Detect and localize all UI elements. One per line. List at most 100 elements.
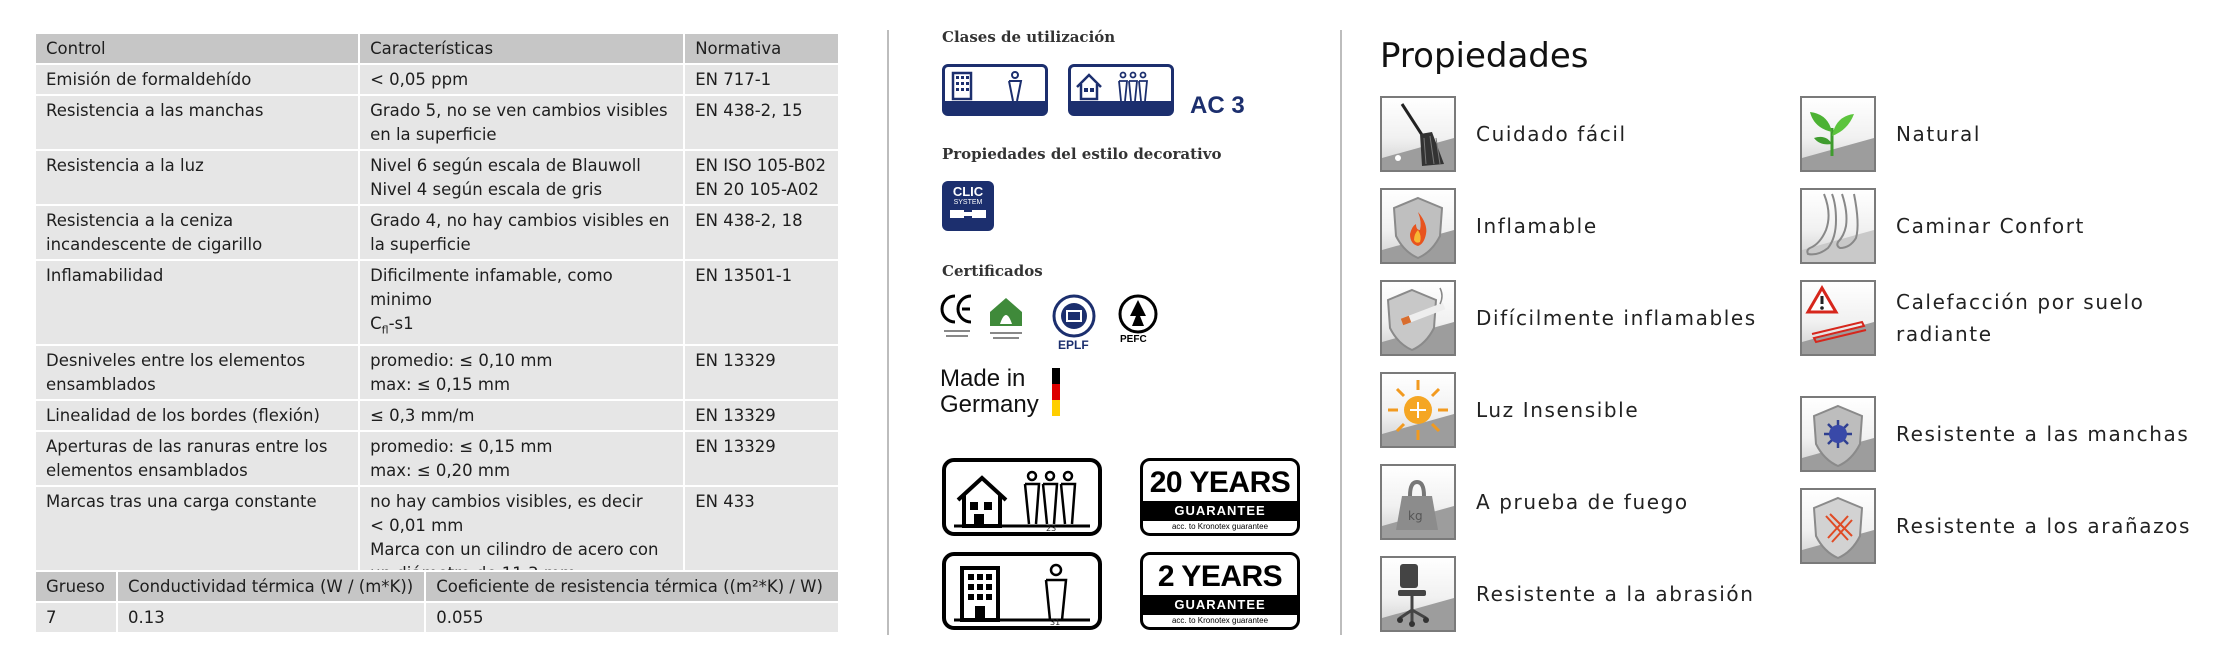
pefc-logo-icon <box>1118 294 1158 334</box>
thermal-header-row: Grueso Conductividad térmica (W / (m*K))… <box>34 570 840 603</box>
cigarette-shield-icon <box>1380 280 1456 356</box>
guarantee-word: GUARANTEE <box>1143 595 1297 615</box>
cell-control: Emisión de formaldehído <box>33 63 361 96</box>
property-label: Inflamable <box>1476 214 1598 238</box>
cell-caracteristicas: Grado 4, no hay cambios visibles en la s… <box>358 204 686 261</box>
property-hardly-flammable: Difícilmente inflamables <box>1380 280 1800 358</box>
cell-caracteristicas: Grado 5, no se ven cambios visibles en l… <box>358 94 686 151</box>
cell-caracteristicas: < 0,05 ppm <box>358 63 686 96</box>
property-label: Resistente a los arañazos <box>1896 514 2192 538</box>
plant-icon <box>1800 96 1876 172</box>
cell-caracteristicas: Nivel 6 según escala de Blauwoll Nivel 4… <box>358 149 686 206</box>
usage-class-23-number: 23 <box>1046 524 1057 533</box>
cell-normativa: EN 438-2, 15 <box>683 94 840 151</box>
cell-coeficiente: 0.055 <box>424 601 840 634</box>
table-row: Resistencia a la ceniza incandescente de… <box>33 204 840 261</box>
made-in-line2: Germany <box>940 391 1039 418</box>
specs-body: Emisión de formaldehído < 0,05 ppm EN 717-… <box>33 63 840 591</box>
header-conductividad: Conductividad térmica (W / (m*K)) <box>115 570 427 603</box>
guarantee-20-years-badge: 20 YEARS GUARANTEE acc. to Kronotex guar… <box>1140 458 1300 536</box>
property-walking-comfort: Caminar Confort <box>1800 188 2200 266</box>
table-row: Linealidad de los bordes (flexión) ≤ 0,3 … <box>33 399 840 433</box>
flame-shield-icon <box>1380 188 1456 264</box>
cell-caracteristicas: ≤ 0,3 mm/m <box>358 399 686 433</box>
property-easy-care: Cuidado fácil <box>1380 96 1800 174</box>
property-natural: Natural <box>1800 96 2200 174</box>
divider-left <box>887 30 889 635</box>
guarantee-20-years-label: 20 YEARS <box>1149 466 1291 499</box>
clic-system-label: SYSTEM <box>953 199 983 206</box>
property-label: Resistente a las manchas <box>1896 422 2190 446</box>
property-fireproof: kg A prueba de fuego <box>1380 464 1800 542</box>
header-grueso: Grueso <box>34 570 118 603</box>
guarantee-2-years-label: 2 YEARS <box>1157 560 1283 593</box>
pefc-label: PEFC <box>1120 334 1147 345</box>
property-stain-resistant: Resistente a las manchas <box>1800 396 2200 474</box>
cell-conductividad: 0.13 <box>115 601 427 634</box>
house-people-icon <box>1076 71 1148 102</box>
cell-normativa: EN 717-1 <box>683 63 840 96</box>
header-coeficiente: Coeficiente de resistencia térmica ((m²*… <box>424 570 840 603</box>
property-floor-heating: Calefacción por suelo radiante <box>1800 280 2200 358</box>
floor-heating-icon <box>1800 280 1876 356</box>
sun-icon <box>1380 372 1456 448</box>
german-flag-icon <box>1052 368 1060 416</box>
usage-class-31-number: 31 <box>1050 618 1061 627</box>
cell-caracteristicas: Dificilmente infamable, como minimo Cfl-… <box>358 258 686 347</box>
table-row: Aperturas de las ranuras entre los eleme… <box>33 430 840 488</box>
scratch-shield-icon <box>1800 488 1876 564</box>
table-row: Resistencia a la luz Nivel 6 según escala… <box>33 149 840 206</box>
cell-control: Resistencia a la luz <box>33 149 361 206</box>
header-normativa: Normativa <box>683 32 840 65</box>
bare-feet-icon <box>1800 188 1876 264</box>
cell-control: Desniveles entre los elementos ensamblad… <box>33 344 361 402</box>
broom-icon <box>1380 96 1456 172</box>
properties-title: Propiedades <box>1380 36 1589 76</box>
environment-institute-logo-icon <box>990 298 1022 339</box>
property-label: Natural <box>1896 122 1981 146</box>
property-abrasion-resistant: Resistente a la abrasión <box>1380 556 1800 634</box>
ce-mark-icon <box>940 294 972 337</box>
guarantee-note: acc. to Kronotex guarantee <box>1171 616 1269 625</box>
cell-normativa: EN 13501-1 <box>683 258 840 347</box>
cell-control: Inflamabilidad <box>33 258 361 347</box>
eplf-label: EPLF <box>1058 338 1089 352</box>
office-chair-icon <box>1380 556 1456 632</box>
made-in-line1: Made in <box>940 365 1026 392</box>
table-row: Emisión de formaldehído < 0,05 ppm EN 717-… <box>33 63 840 96</box>
property-label: Luz Insensible <box>1476 398 1640 422</box>
cell-caracteristicas: promedio: ≤ 0,10 mm max: ≤ 0,15 mm <box>358 344 686 402</box>
cell-normativa: EN 13329 <box>683 344 840 402</box>
header-control: Control <box>33 32 361 65</box>
table-row: Resistencia a las manchas Grado 5, no se … <box>33 94 840 151</box>
usage-classes-heading: Clases de utilización <box>942 28 1116 46</box>
property-label: Cuidado fácil <box>1476 122 1627 146</box>
clic-system-badge: CLIC SYSTEM <box>942 181 994 231</box>
cell-control: Resistencia a las manchas <box>33 94 361 151</box>
clic-joint-icon <box>950 210 986 218</box>
guarantee-word: GUARANTEE <box>1143 501 1297 521</box>
guarantee-2-years-badge: 2 YEARS GUARANTEE acc. to Kronotex guara… <box>1140 552 1300 630</box>
table-row: Desniveles entre los elementos ensamblad… <box>33 344 840 402</box>
property-label: A prueba de fuego <box>1476 490 1689 514</box>
property-label: Caminar Confort <box>1896 214 2085 238</box>
cell-normativa: EN 438-2, 18 <box>683 204 840 261</box>
cell-normativa: EN ISO 105-B02 EN 20 105-A02 <box>683 149 840 206</box>
specs-table: Control Características Normativa Emisió… <box>33 32 840 591</box>
property-scratch-resistant: Resistente a los arañazos <box>1800 488 2200 566</box>
weight-icon: kg <box>1380 464 1456 540</box>
header-caracteristicas: Características <box>358 32 686 65</box>
svg-text:kg: kg <box>1408 509 1423 523</box>
specs-header-row: Control Características Normativa <box>33 32 840 65</box>
cell-normativa: EN 13329 <box>683 430 840 488</box>
cell-grueso: 7 <box>34 601 118 634</box>
cell-control: Resistencia a la ceniza incandescente de… <box>33 204 361 261</box>
stain-virus-icon <box>1800 396 1876 472</box>
usage-class-31-box: 31 <box>942 552 1102 630</box>
office-worker-icon <box>954 563 1090 622</box>
cell-control: Linealidad de los bordes (flexión) <box>33 399 361 433</box>
clic-label: CLIC <box>952 184 984 199</box>
property-label: Resistente a la abrasión <box>1476 582 1755 606</box>
property-light-insensitive: Luz Insensible <box>1380 372 1800 450</box>
certificates-heading: Certificados <box>942 262 1043 280</box>
